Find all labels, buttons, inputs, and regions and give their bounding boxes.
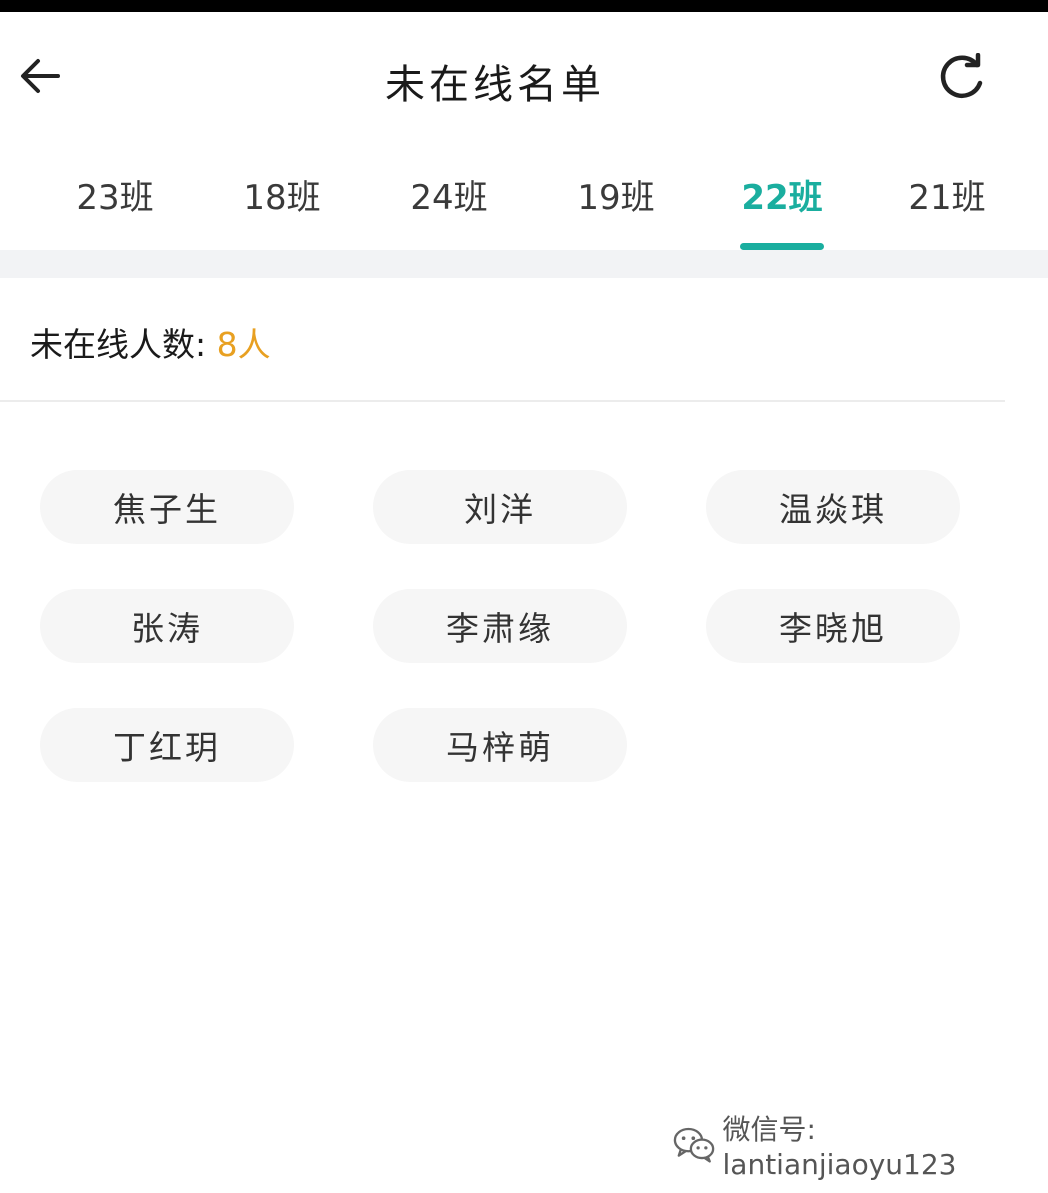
tab-class-18[interactable]: 18班	[207, 170, 357, 219]
divider	[0, 400, 1005, 402]
section-separator	[0, 250, 1048, 278]
refresh-button[interactable]	[930, 46, 994, 110]
student-chip[interactable]: 李晓旭	[706, 589, 960, 663]
offline-count-label: 未在线人数:	[30, 325, 207, 364]
offline-count-row: 未在线人数: 8人	[30, 318, 271, 366]
tab-class-24[interactable]: 24班	[374, 170, 524, 219]
active-tab-indicator	[740, 243, 824, 250]
student-chip[interactable]: 刘洋	[373, 470, 627, 544]
status-bar	[0, 0, 1048, 12]
student-chip[interactable]: 张涛	[40, 589, 294, 663]
wechat-icon	[673, 1127, 715, 1163]
student-chip[interactable]: 温焱琪	[706, 470, 960, 544]
student-chip[interactable]: 焦子生	[40, 470, 294, 544]
refresh-icon	[940, 53, 983, 98]
student-chip[interactable]: 马梓萌	[373, 708, 627, 782]
tab-class-23[interactable]: 23班	[40, 170, 190, 219]
tab-class-21[interactable]: 21班	[872, 170, 1022, 219]
app-header: 未在线名单	[0, 12, 1048, 142]
wechat-watermark: 微信号: lantianjiaoyu123	[672, 1113, 1048, 1181]
student-chip[interactable]: 丁红玥	[40, 708, 294, 782]
student-chip[interactable]: 李肃缘	[373, 589, 627, 663]
offline-student-list: 焦子生 刘洋 温焱琪 张涛 李肃缘 李晓旭 丁红玥 马梓萌	[40, 470, 960, 782]
page-title: 未在线名单	[385, 62, 605, 108]
tab-class-22[interactable]: 22班	[707, 170, 857, 219]
offline-count-value: 8人	[216, 325, 271, 364]
watermark-text: 微信号: lantianjiaoyu123	[722, 1112, 957, 1181]
tab-class-19[interactable]: 19班	[541, 170, 691, 219]
class-tabs: 23班 18班 24班 19班 22班 21班	[0, 150, 1048, 250]
